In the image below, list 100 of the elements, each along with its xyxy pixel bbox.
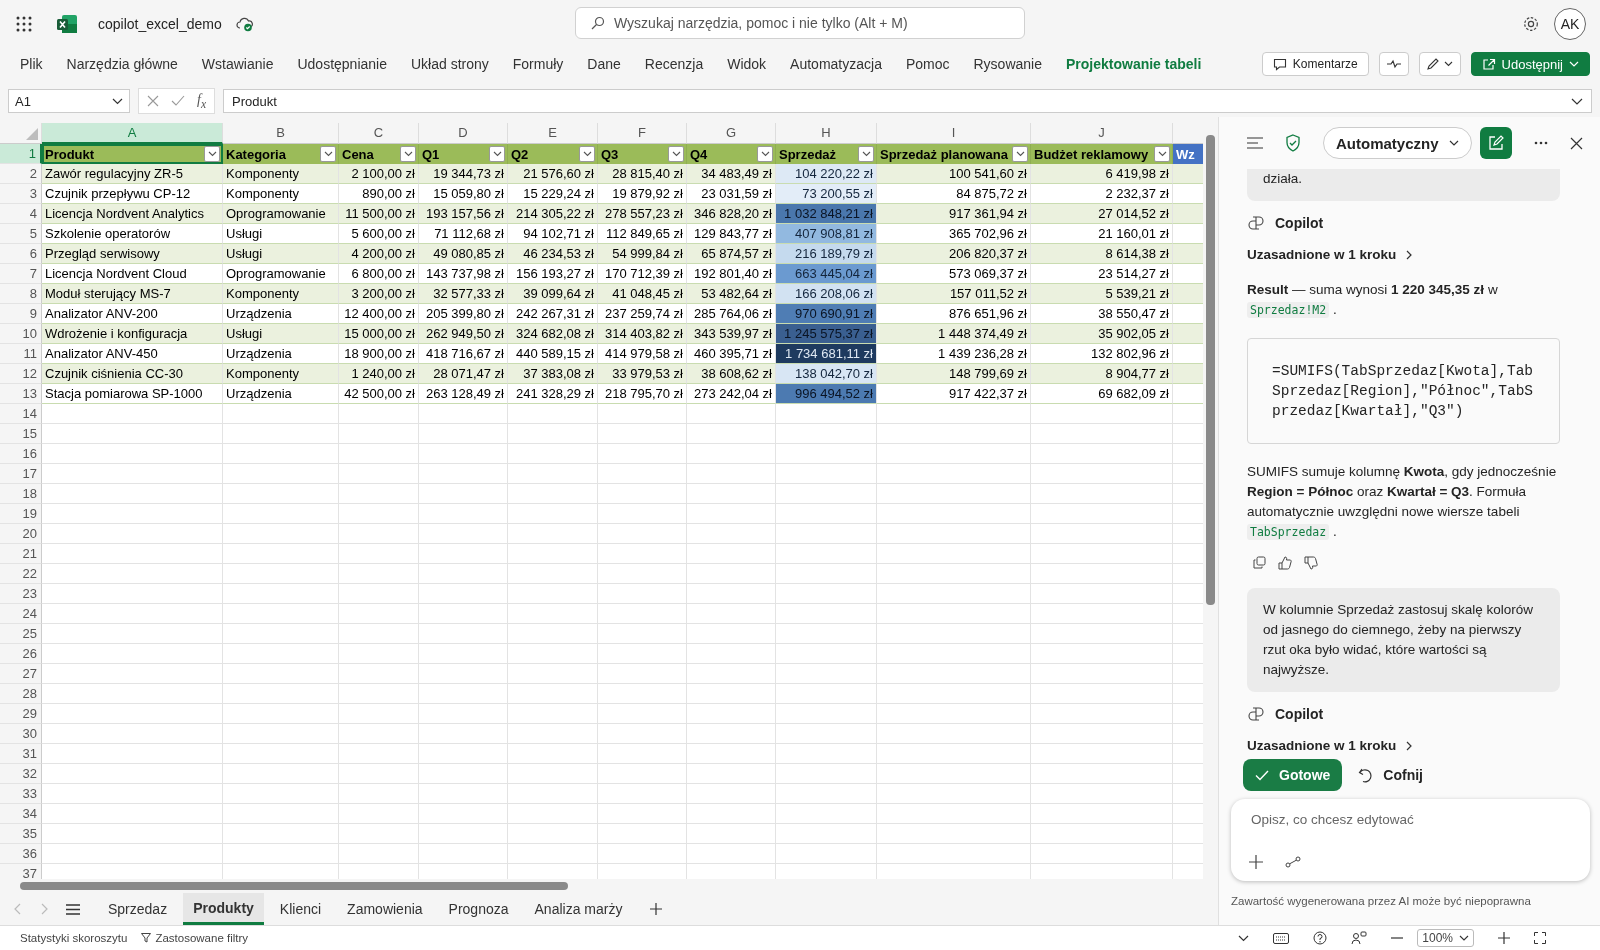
empty-cell[interactable] <box>419 404 508 424</box>
empty-cell[interactable] <box>339 744 419 764</box>
empty-cell[interactable] <box>339 624 419 644</box>
row-header[interactable]: 21 <box>0 544 42 564</box>
column-header[interactable]: F <box>598 123 687 144</box>
empty-cell[interactable] <box>508 664 598 684</box>
empty-cell[interactable] <box>598 724 687 744</box>
ribbon-tab[interactable]: Recenzja <box>644 56 704 72</box>
empty-cell[interactable] <box>339 604 419 624</box>
row-header[interactable]: 32 <box>0 764 42 784</box>
empty-cell[interactable] <box>223 484 339 504</box>
undo-button[interactable]: Cofnij <box>1358 767 1423 783</box>
empty-cell[interactable] <box>877 444 1031 464</box>
empty-cell[interactable] <box>598 424 687 444</box>
empty-cell[interactable] <box>419 584 508 604</box>
row-header[interactable]: 28 <box>0 684 42 704</box>
empty-cell[interactable] <box>223 504 339 524</box>
empty-cell[interactable] <box>598 604 687 624</box>
empty-cell[interactable] <box>1031 804 1173 824</box>
empty-cell[interactable] <box>687 804 776 824</box>
empty-cell[interactable] <box>687 504 776 524</box>
empty-cell[interactable] <box>339 564 419 584</box>
table-header-cell[interactable]: Q2 <box>508 144 598 164</box>
filter-button[interactable] <box>204 146 220 162</box>
mode-dropdown[interactable]: Automatyczny <box>1323 127 1472 159</box>
done-button[interactable]: Gotowe <box>1243 759 1343 791</box>
ribbon-tab[interactable]: Wstawianie <box>201 56 274 72</box>
empty-cell[interactable] <box>877 824 1031 844</box>
add-icon[interactable] <box>1249 855 1263 869</box>
empty-cell[interactable] <box>877 524 1031 544</box>
empty-cell[interactable] <box>598 824 687 844</box>
column-header[interactable]: I <box>877 123 1031 144</box>
empty-cell[interactable] <box>339 664 419 684</box>
empty-cell[interactable] <box>508 764 598 784</box>
workbook-statistics-link[interactable]: Statystyki skoroszytu <box>20 932 128 944</box>
empty-cell[interactable] <box>1031 824 1173 844</box>
empty-cell[interactable] <box>508 604 598 624</box>
empty-cell[interactable] <box>877 724 1031 744</box>
empty-cell[interactable] <box>687 404 776 424</box>
empty-cell[interactable] <box>598 844 687 864</box>
empty-cell[interactable] <box>598 464 687 484</box>
empty-cell[interactable] <box>598 524 687 544</box>
ribbon-tab[interactable]: Projektowanie tabeli <box>1066 56 1202 72</box>
empty-cell[interactable] <box>508 464 598 484</box>
empty-cell[interactable] <box>687 544 776 564</box>
row-header[interactable]: 31 <box>0 744 42 764</box>
empty-cell[interactable] <box>1031 424 1173 444</box>
empty-cell[interactable] <box>1031 564 1173 584</box>
empty-cell[interactable] <box>508 624 598 644</box>
empty-cell[interactable] <box>339 524 419 544</box>
empty-cell[interactable] <box>598 584 687 604</box>
table-header-cell[interactable]: Q3 <box>598 144 687 164</box>
empty-cell[interactable] <box>339 424 419 444</box>
empty-cell[interactable] <box>776 504 877 524</box>
empty-cell[interactable] <box>1031 704 1173 724</box>
empty-cell[interactable] <box>1031 724 1173 744</box>
empty-cell[interactable] <box>508 504 598 524</box>
row-header[interactable]: 7 <box>0 264 42 284</box>
ribbon-tab[interactable]: Udostępnianie <box>297 56 387 72</box>
empty-cell[interactable] <box>508 844 598 864</box>
empty-cell[interactable] <box>1031 464 1173 484</box>
row-header[interactable]: 26 <box>0 644 42 664</box>
next-sheet-icon[interactable] <box>40 903 48 915</box>
table-header-cell[interactable]: Produkt <box>42 144 223 164</box>
row-header[interactable]: 1 <box>0 144 42 164</box>
row-header[interactable]: 37 <box>0 864 42 879</box>
filter-button[interactable] <box>320 146 336 162</box>
ribbon-tab[interactable]: Automatyzacja <box>790 56 882 72</box>
row-header[interactable]: 27 <box>0 664 42 684</box>
name-box[interactable]: A1 <box>8 89 130 113</box>
empty-cell[interactable] <box>687 644 776 664</box>
spreadsheet-logo-icon[interactable] <box>56 12 78 35</box>
empty-cell[interactable] <box>687 744 776 764</box>
empty-cell[interactable] <box>508 824 598 844</box>
row-header[interactable]: 3 <box>0 184 42 204</box>
empty-cell[interactable] <box>339 644 419 664</box>
empty-cell[interactable] <box>1031 684 1173 704</box>
ribbon-tab[interactable]: Plik <box>20 56 43 72</box>
row-header[interactable]: 14 <box>0 404 42 424</box>
empty-cell[interactable] <box>776 684 877 704</box>
empty-cell[interactable] <box>1031 624 1173 644</box>
table-header-cell[interactable]: Q1 <box>419 144 508 164</box>
empty-cell[interactable] <box>1031 544 1173 564</box>
empty-cell[interactable] <box>339 484 419 504</box>
empty-cell[interactable] <box>1031 444 1173 464</box>
empty-cell[interactable] <box>223 584 339 604</box>
empty-cell[interactable] <box>776 624 877 644</box>
empty-cell[interactable] <box>223 844 339 864</box>
empty-cell[interactable] <box>687 564 776 584</box>
empty-cell[interactable] <box>687 704 776 724</box>
empty-cell[interactable] <box>776 724 877 744</box>
empty-cell[interactable] <box>598 704 687 724</box>
row-header[interactable]: 36 <box>0 844 42 864</box>
empty-cell[interactable] <box>687 844 776 864</box>
row-header[interactable]: 13 <box>0 384 42 404</box>
new-chat-button[interactable] <box>1479 127 1512 159</box>
copy-icon[interactable] <box>1253 556 1266 569</box>
row-header[interactable]: 30 <box>0 724 42 744</box>
empty-cell[interactable] <box>598 404 687 424</box>
sheet-tab[interactable]: Produkty <box>183 893 264 925</box>
